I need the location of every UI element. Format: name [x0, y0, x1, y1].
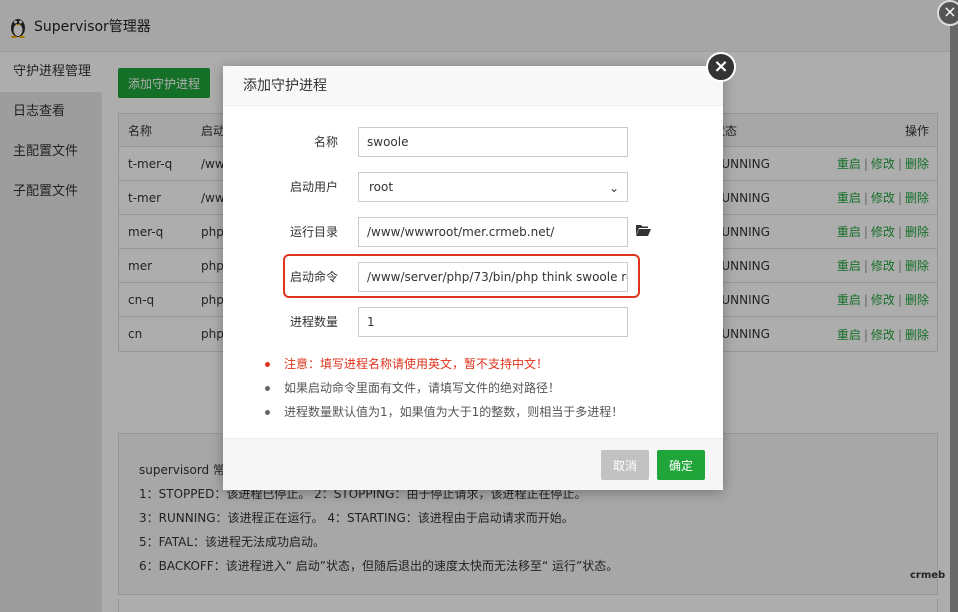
user-select[interactable]: root ⌄ — [358, 172, 628, 202]
user-label: 启动用户 — [289, 180, 338, 194]
form-row-count: 进程数量 1 — [223, 307, 723, 337]
form-row-name: 名称 swoole — [223, 127, 723, 157]
notes-list: 注意：填写进程名称请使用英文，暂不支持中文！ 如果启动命令里面有文件，请填写文件… — [265, 352, 623, 424]
name-label: 名称 — [313, 135, 338, 149]
form-row-user: 启动用户 root ⌄ — [223, 172, 723, 202]
add-daemon-dialog: 添加守护进程 × 名称 swoole 启动用户 root ⌄ 运行目录 /www… — [223, 52, 736, 490]
cmd-input[interactable]: /www/server/php/73/bin/php think swoole … — [358, 262, 628, 292]
close-icon[interactable]: × — [706, 52, 736, 82]
count-input[interactable]: 1 — [358, 307, 628, 337]
dir-label: 运行目录 — [289, 225, 338, 239]
cancel-button[interactable]: 取消 — [601, 450, 649, 480]
close-icon[interactable]: × — [937, 0, 958, 26]
dialog-title: 添加守护进程 — [223, 66, 723, 106]
dir-input[interactable]: /www/wwwroot/mer.crmeb.net/ — [358, 217, 628, 247]
form-row-dir: 运行目录 /www/wwwroot/mer.crmeb.net/ — [223, 217, 723, 247]
confirm-button[interactable]: 确定 — [657, 450, 705, 480]
note-item: 注意：填写进程名称请使用英文，暂不支持中文！ — [265, 352, 623, 376]
user-select-value: root — [369, 180, 394, 194]
note-item: 进程数量默认值为1，如果值为大于1的整数，则相当于多进程！ — [265, 400, 623, 424]
dialog-footer: 取消 确定 — [223, 438, 723, 490]
folder-open-icon[interactable] — [635, 223, 651, 237]
cmd-label: 启动命令 — [289, 270, 338, 284]
count-label: 进程数量 — [289, 315, 338, 329]
name-input[interactable]: swoole — [358, 127, 628, 157]
form-row-cmd: 启动命令 /www/server/php/73/bin/php think sw… — [223, 262, 723, 292]
note-item: 如果启动命令里面有文件，请填写文件的绝对路径！ — [265, 376, 623, 400]
chevron-down-icon: ⌄ — [608, 181, 619, 195]
